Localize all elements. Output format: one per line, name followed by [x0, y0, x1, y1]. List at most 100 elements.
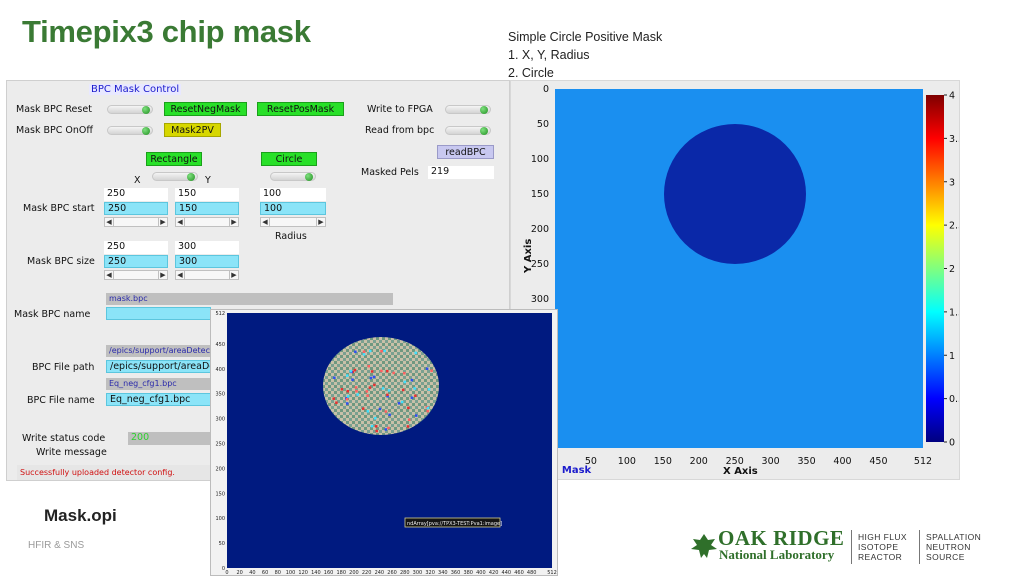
- hot-pixel: [401, 388, 405, 392]
- overlay-x-tick: 100: [286, 570, 296, 576]
- hot-pixel: [356, 393, 359, 396]
- colorbar-tick: 1.5: [949, 307, 960, 318]
- start-y-slider[interactable]: ◀ ▶: [175, 217, 239, 227]
- colorbar-tick: 1: [949, 351, 955, 362]
- start-x-input[interactable]: 250: [104, 202, 168, 215]
- hot-pixel: [380, 349, 383, 353]
- start-x-readback: 250: [104, 188, 168, 201]
- hot-pixel: [387, 426, 390, 430]
- hot-pixel: [410, 396, 414, 400]
- start-y-input[interactable]: 150: [175, 202, 239, 215]
- overlay-y-tick: 300: [215, 417, 225, 423]
- hot-pixel: [414, 351, 417, 355]
- facility-line: NEUTRON: [926, 542, 971, 552]
- hot-pixel: [392, 371, 395, 375]
- overlay-x-tick: 160: [324, 570, 334, 576]
- panel-title: BPC Mask Control: [89, 84, 182, 95]
- hot-pixel: [425, 367, 429, 370]
- overlay-y-tick: 100: [215, 516, 225, 522]
- size-y-slider[interactable]: ◀ ▶: [175, 270, 239, 280]
- masked-pels-label: Masked Pels: [361, 167, 419, 178]
- hot-pixel: [384, 428, 388, 431]
- facility-line: REACTOR: [858, 552, 903, 562]
- overlay-y-tick: 200: [215, 466, 225, 472]
- overlay-x-tick: 440: [502, 570, 512, 576]
- mask2pv-button[interactable]: Mask2PV: [164, 123, 221, 137]
- hot-pixel: [403, 371, 406, 375]
- colorbar-tick: 4: [949, 91, 955, 102]
- arrow-left-icon[interactable]: ◀: [105, 218, 114, 226]
- overlay-x-tick: 0: [225, 570, 228, 576]
- radius-slider[interactable]: ◀ ▶: [260, 217, 326, 227]
- heatmap-x-tick: 512: [914, 456, 932, 467]
- logo-name-line2: National Laboratory: [719, 547, 835, 562]
- hot-pixel: [370, 424, 374, 428]
- reset-pos-mask-button[interactable]: ResetPosMask: [257, 102, 344, 116]
- arrow-left-icon[interactable]: ◀: [176, 218, 185, 226]
- logo-separator: [851, 530, 852, 564]
- arrow-left-icon[interactable]: ◀: [261, 218, 270, 226]
- hot-pixel: [345, 397, 349, 401]
- file-path-input[interactable]: /epics/support/areaDe: [106, 360, 215, 373]
- hot-pixel: [386, 369, 389, 373]
- arrow-left-icon[interactable]: ◀: [105, 271, 114, 279]
- heatmap-x-tick: 300: [762, 456, 780, 467]
- hot-pixel: [381, 387, 385, 390]
- radius-input[interactable]: 100: [260, 202, 326, 215]
- overlay-x-tick: 380: [463, 570, 473, 576]
- mask-name-input[interactable]: [106, 307, 211, 320]
- circle-button[interactable]: Circle: [261, 152, 317, 166]
- size-x-input[interactable]: 250: [104, 255, 168, 268]
- file-name-input[interactable]: Eq_neg_cfg1.bpc: [106, 393, 211, 406]
- colorbar-tick: 2: [949, 264, 955, 275]
- overlay-x-tick: 20: [237, 570, 243, 576]
- arrow-left-icon[interactable]: ◀: [176, 271, 185, 279]
- hot-pixel: [346, 395, 350, 398]
- hot-pixel: [340, 388, 344, 391]
- heatmap-y-tick: 200: [531, 224, 549, 235]
- hot-pixel: [406, 425, 410, 428]
- shape-xy-toggle[interactable]: [152, 172, 198, 181]
- hot-pixel: [426, 406, 430, 410]
- start-x-slider[interactable]: ◀ ▶: [104, 217, 168, 227]
- hot-pixel: [386, 393, 389, 397]
- colorbar-tick: 2.5: [949, 221, 960, 232]
- reset-neg-mask-button[interactable]: ResetNegMask: [164, 102, 247, 116]
- read-bpc-toggle[interactable]: [445, 126, 491, 135]
- hot-pixel: [410, 378, 414, 382]
- arrow-right-icon[interactable]: ▶: [316, 218, 325, 226]
- hot-pixel: [414, 394, 417, 398]
- hot-pixel: [388, 413, 391, 417]
- caption-mask-opi: Mask.opi: [44, 506, 117, 525]
- arrow-right-icon[interactable]: ▶: [158, 271, 167, 279]
- heatmap-tab-label[interactable]: l Mask: [555, 465, 592, 476]
- hot-pixel: [430, 369, 433, 372]
- read-bpc-button[interactable]: readBPC: [437, 145, 494, 159]
- arrow-right-icon[interactable]: ▶: [229, 218, 238, 226]
- overlay-x-tick: 400: [476, 570, 486, 576]
- overlay-x-tick: 460: [514, 570, 524, 576]
- heatmap-ylabel: Y Axis: [523, 239, 534, 274]
- colorbar-tick: 3: [949, 177, 955, 188]
- hot-pixel: [374, 425, 378, 428]
- toggle-knob: [142, 127, 150, 135]
- mask-onoff-toggle[interactable]: [107, 126, 153, 135]
- footer-text: HFIR & SNS: [28, 540, 85, 551]
- size-y-readback: 300: [175, 241, 239, 254]
- hot-pixel: [427, 388, 431, 391]
- heatmap-y-tick: 100: [531, 154, 549, 165]
- hot-pixel: [332, 397, 335, 400]
- hot-pixel: [380, 369, 383, 373]
- circle-toggle[interactable]: [270, 172, 316, 181]
- size-y-input[interactable]: 300: [175, 255, 239, 268]
- write-fpga-toggle[interactable]: [445, 105, 491, 114]
- heatmap-x-tick: 350: [797, 456, 815, 467]
- mask-reset-toggle[interactable]: [107, 105, 153, 114]
- size-x-slider[interactable]: ◀ ▶: [104, 270, 168, 280]
- overlay-x-tick: 180: [336, 570, 346, 576]
- radius-label: Radius: [275, 231, 307, 242]
- arrow-right-icon[interactable]: ▶: [229, 271, 238, 279]
- rectangle-button[interactable]: Rectangle: [146, 152, 202, 166]
- arrow-right-icon[interactable]: ▶: [158, 218, 167, 226]
- hot-pixel: [387, 389, 391, 392]
